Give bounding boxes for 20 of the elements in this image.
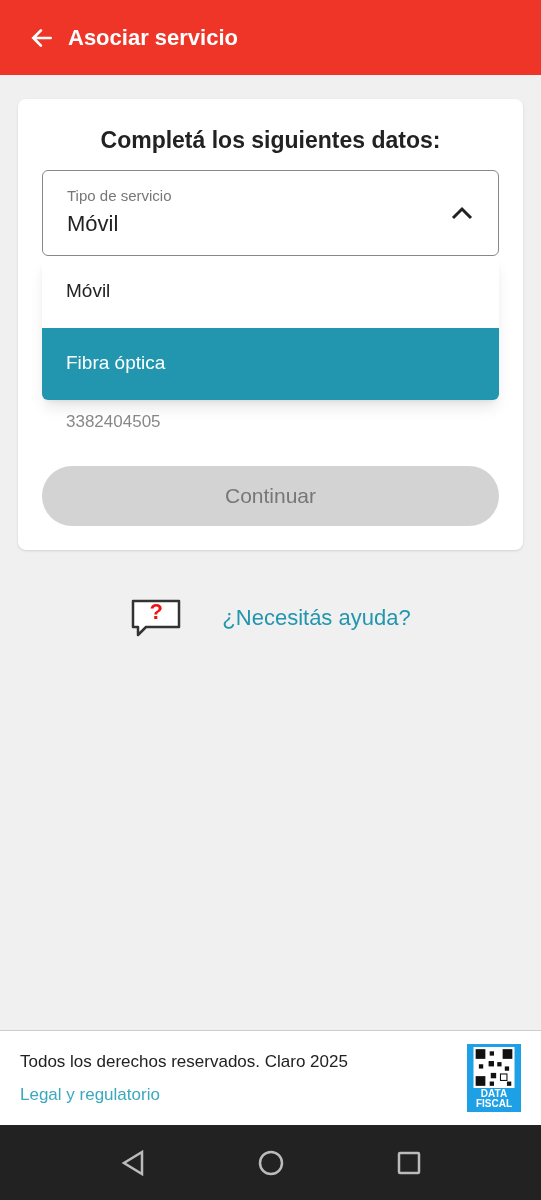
help-link[interactable]: ¿Necesitás ayuda? xyxy=(222,601,411,634)
data-fiscal-badge[interactable]: DATA FISCAL xyxy=(467,1044,521,1112)
page-title: Asociar servicio xyxy=(68,24,238,52)
qr-code-icon xyxy=(473,1047,515,1088)
back-triangle-icon[interactable] xyxy=(120,1149,145,1176)
copyright-text: Todos los derechos reservados. Claro 2025 xyxy=(20,1050,348,1073)
recents-square-icon[interactable] xyxy=(396,1150,421,1175)
chevron-up-icon xyxy=(450,204,474,221)
select-label: Tipo de servicio xyxy=(67,185,172,206)
continue-button: Continuar xyxy=(42,465,499,526)
service-type-select[interactable]: Tipo de servicio Móvil xyxy=(42,169,499,256)
form-heading: Completá los siguientes datos: xyxy=(99,126,442,155)
legal-link[interactable]: Legal y regulatorio xyxy=(20,1082,348,1108)
select-value: Móvil xyxy=(67,210,120,239)
dropdown-option[interactable]: Fibra óptica xyxy=(42,327,499,400)
badge-text: DATA FISCAL xyxy=(474,1089,514,1109)
help-chat-icon: ? xyxy=(130,597,183,638)
dropdown-option[interactable]: Móvil xyxy=(42,255,499,328)
phone-hint: 3382404505 xyxy=(65,410,162,433)
home-circle-icon[interactable] xyxy=(257,1149,284,1176)
